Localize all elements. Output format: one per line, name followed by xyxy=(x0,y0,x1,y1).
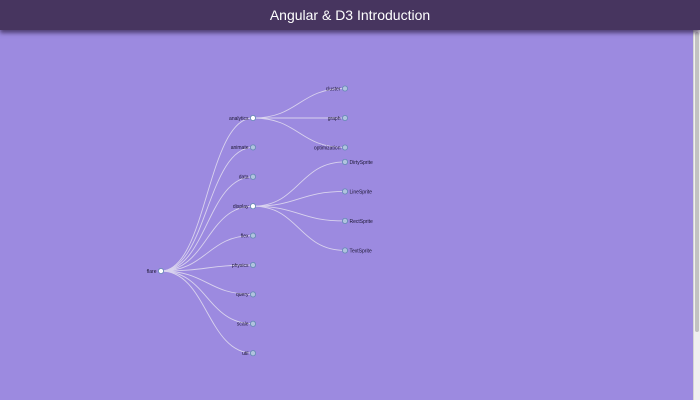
node-label: physics xyxy=(232,263,249,269)
node-label: animate xyxy=(231,145,249,151)
tree-link xyxy=(252,161,346,207)
tree-node-textsprite[interactable]: TextSprite xyxy=(341,247,372,254)
node-circle[interactable] xyxy=(249,173,257,180)
tree-node-graph[interactable]: graph xyxy=(328,114,349,122)
node-label: flare xyxy=(147,269,157,275)
node-circle[interactable] xyxy=(341,217,349,224)
node-circle[interactable] xyxy=(341,247,349,254)
node-label: display xyxy=(233,204,249,210)
scrollbar-thumb[interactable] xyxy=(695,32,699,332)
tree-link xyxy=(252,191,346,207)
node-circle[interactable] xyxy=(341,144,349,151)
node-circle[interactable] xyxy=(249,320,257,327)
tree-link xyxy=(160,117,254,272)
tree-link xyxy=(252,117,346,148)
tree-link xyxy=(160,205,254,272)
node-circle[interactable] xyxy=(249,203,257,210)
node-label: data xyxy=(239,175,249,181)
tree-node-rectsprite[interactable]: RectSprite xyxy=(341,217,374,225)
tree-link xyxy=(252,88,346,119)
node-circle[interactable] xyxy=(249,144,257,151)
node-label: scale xyxy=(237,322,249,328)
node-circle[interactable] xyxy=(341,85,349,92)
tree-node-analytics[interactable]: analytics xyxy=(229,114,257,122)
tree-link xyxy=(160,270,254,354)
node-label: DirtySprite xyxy=(350,160,374,166)
tree-diagram: flare analytics cluster graph optimization an… xyxy=(147,85,374,357)
node-label: LineSprite xyxy=(350,189,373,195)
node-label: util xyxy=(242,351,248,357)
node-circle[interactable] xyxy=(341,114,349,122)
node-circle[interactable] xyxy=(249,350,257,357)
node-circle[interactable] xyxy=(249,114,257,122)
tree-link xyxy=(160,270,254,295)
tree-node-physics[interactable]: physics xyxy=(232,261,257,269)
tree-node-flare[interactable]: flare xyxy=(147,267,165,275)
node-circle[interactable] xyxy=(249,261,257,269)
tree-node-cluster[interactable]: cluster xyxy=(326,85,349,92)
node-circle[interactable] xyxy=(341,188,349,195)
tree-node-linesprite[interactable]: LineSprite xyxy=(341,188,373,195)
tree-node-util[interactable]: util xyxy=(242,350,257,357)
node-label: flex xyxy=(241,233,249,239)
app-title: Angular & D3 Introduction xyxy=(269,7,431,23)
node-label: TextSprite xyxy=(350,248,372,254)
node-circle[interactable] xyxy=(249,232,257,239)
tree-link xyxy=(252,205,346,222)
vertical-scrollbar[interactable] xyxy=(693,30,700,400)
node-circle[interactable] xyxy=(249,291,257,298)
tree-node-display[interactable]: display xyxy=(233,203,257,210)
tree-link xyxy=(160,176,254,272)
tree-node-query[interactable]: query xyxy=(236,291,257,298)
tree-link xyxy=(252,205,346,251)
tree-node-animate[interactable]: animate xyxy=(231,144,257,151)
node-circle[interactable] xyxy=(157,267,165,275)
tree-node-scale[interactable]: scale xyxy=(237,320,257,328)
tree-node-optimization[interactable]: optimization xyxy=(314,144,349,151)
app-header: Angular & D3 Introduction xyxy=(0,0,700,30)
node-label: analytics xyxy=(229,116,249,122)
tree-node-flex[interactable]: flex xyxy=(241,232,257,239)
node-label: optimization xyxy=(314,145,341,151)
node-label: graph xyxy=(328,116,341,122)
tree-node-data[interactable]: data xyxy=(239,173,257,181)
node-label: query xyxy=(236,292,249,298)
tree-node-dirtysprite[interactable]: DirtySprite xyxy=(341,158,374,166)
node-label: RectSprite xyxy=(350,219,374,225)
node-circle[interactable] xyxy=(341,158,349,165)
node-label: cluster xyxy=(326,86,341,92)
